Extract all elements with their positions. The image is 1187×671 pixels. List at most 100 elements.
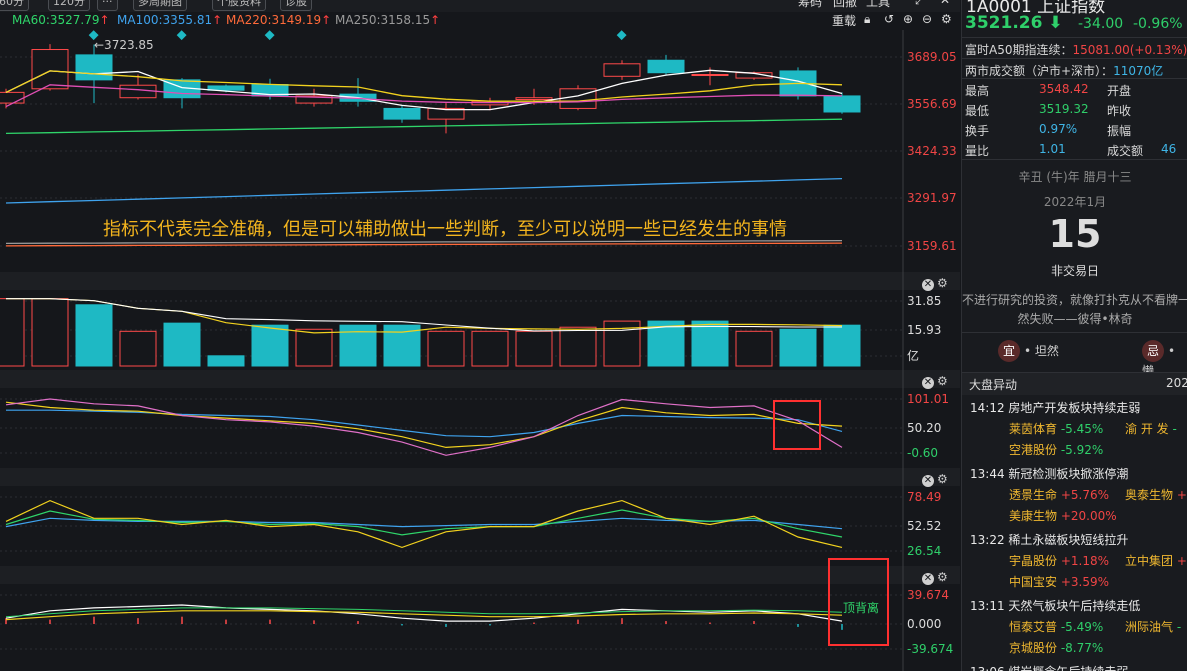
- kdj-j-line: [5, 398, 843, 456]
- news-item-title[interactable]: 13:44 新冠检测板块掀涨停潮: [970, 465, 1128, 482]
- news-header: 大盘异动: [969, 378, 1018, 392]
- volume-bar: [691, 320, 729, 367]
- news-stock[interactable]: 莱茵体育 -5.45%: [1009, 420, 1103, 437]
- settings-icon[interactable]: ⚙: [937, 570, 948, 584]
- candle-body: [0, 91, 25, 104]
- ma100-line: [5, 177, 843, 204]
- calendar-month: 2022年1月: [1043, 195, 1107, 209]
- candle-body: [75, 54, 113, 81]
- volume-bar: [251, 324, 289, 367]
- volume-bar: [163, 322, 201, 367]
- rsi-line-1: [5, 499, 843, 549]
- down-arrow-icon: ⬇: [1042, 13, 1063, 33]
- news-stock[interactable]: 京城股份 -8.77%: [1009, 639, 1103, 656]
- news-stock[interactable]: 洲际油气 -: [1125, 618, 1181, 635]
- close-icon[interactable]: ✕: [922, 279, 934, 291]
- right-panel: 1A0001 上证指数 3521.26 ⬇ -34.00 -0.96% 富时A5…: [961, 0, 1187, 671]
- news-item-title[interactable]: 13:22 稀土永磁板块短线拉升: [970, 531, 1128, 548]
- volume-bar: [823, 324, 861, 367]
- stat-label: 最低: [965, 104, 990, 118]
- candle-body: [691, 74, 729, 77]
- pane-separator: [0, 370, 960, 388]
- y-tick-label: -39.674: [907, 642, 953, 656]
- close-icon[interactable]: ✕: [922, 475, 934, 487]
- news-stock[interactable]: 空港股份 -5.92%: [1009, 441, 1103, 458]
- kdj-k-line: [5, 401, 843, 449]
- y-tick-label: 3424.33: [907, 144, 957, 158]
- stat-label: 量比: [965, 144, 990, 158]
- news-stock[interactable]: 美康生物 +20.00%: [1009, 507, 1117, 524]
- news-item-title[interactable]: 13:06 煤炭概念午后持续走弱: [970, 663, 1128, 671]
- volume-bar: [0, 298, 25, 367]
- index-price: 3521.26 ⬇: [965, 13, 1063, 33]
- settings-icon[interactable]: ⚙: [937, 472, 948, 486]
- futures-row: 富时A50期指连续：15081.00(+0.13%): [965, 43, 1187, 57]
- stat-label: 成交额: [1107, 144, 1144, 158]
- stat-label: 振幅: [1107, 124, 1132, 138]
- volume-bar: [207, 355, 245, 367]
- stat-label: 昨收: [1107, 104, 1132, 118]
- quote-line-2: 然失败——彼得•林奇: [1017, 312, 1133, 326]
- volume-bar: [31, 298, 69, 367]
- volume-bar: [779, 328, 817, 367]
- highlight-box: [773, 400, 821, 450]
- stat-value: 1.01: [1039, 142, 1066, 156]
- candle-body: [31, 49, 69, 90]
- chart-svg: ←3723.85 顶背离 3689.05 3556.69 3424.33 3291.9…: [0, 30, 960, 671]
- volume-bar: [427, 330, 465, 367]
- ji-tag: 忌 • 懒: [1142, 340, 1187, 378]
- stat-value: 3548.42: [1039, 82, 1089, 96]
- chart-area[interactable]: 60分 120分 ··· 多周期图 个股资料 诊股 筹码 回撤 工具 ⤢ ✕ M…: [0, 0, 960, 671]
- stat-value: 0.97%: [1039, 122, 1078, 136]
- calendar-widget: 辛丑 (牛)年 腊月十三 2022年1月 15 非交易日 不进行研究的投资，就像…: [962, 162, 1187, 327]
- volume-ma10-line: [6, 298, 842, 332]
- day-status: 非交易日: [1050, 264, 1099, 278]
- candle-body: [383, 107, 421, 120]
- settings-icon[interactable]: ⚙: [937, 276, 948, 290]
- candle-body: [119, 84, 157, 99]
- news-stock[interactable]: 立中集团 +1: [1125, 552, 1187, 569]
- y-tick-label: 31.85: [907, 294, 941, 308]
- y-tick-label: 101.01: [907, 392, 949, 406]
- volume-bar: [75, 304, 113, 367]
- news-item-title[interactable]: 14:12 房地产开发板块持续走弱: [970, 399, 1140, 416]
- signal-diamond: [264, 30, 275, 41]
- macd-pane-controls[interactable]: ✕ ⚙: [922, 570, 952, 585]
- news-stock[interactable]: 恒泰艾普 -5.49%: [1009, 618, 1103, 635]
- calendar-day: 15: [1048, 212, 1102, 256]
- stat-value: 3519.32: [1039, 102, 1089, 116]
- news-stock[interactable]: 宇晶股份 +1.18%: [1009, 552, 1109, 569]
- quote-line-1: 不进行研究的投资，就像打扑克从不看牌一: [962, 293, 1187, 307]
- candle-body: [515, 97, 553, 100]
- volume-pane-controls[interactable]: ✕ ⚙: [922, 276, 952, 291]
- annotation-text: 指标不代表完全准确，但是可以辅助做出一些判断，至少可以说明一些已经发生的事情: [103, 219, 787, 240]
- news-header-bar: 大盘异动 2022: [962, 373, 1187, 395]
- close-icon[interactable]: ✕: [922, 573, 934, 585]
- index-change: -34.00: [1078, 16, 1124, 32]
- pane-separator: [0, 272, 960, 290]
- settings-icon[interactable]: ⚙: [937, 374, 948, 388]
- y-tick-label: -0.60: [907, 446, 938, 460]
- rsi-pane-controls[interactable]: ✕ ⚙: [922, 472, 952, 487]
- news-item-title[interactable]: 13:11 天然气板块午后持续走低: [970, 597, 1140, 614]
- kdj-d-line: [6, 409, 843, 438]
- news-stock[interactable]: 中国宝安 +3.59%: [1009, 573, 1109, 590]
- y-tick-label: 39.674: [907, 588, 949, 602]
- y-tick-label: 亿: [907, 348, 919, 363]
- news-stock[interactable]: 透景生命 +5.76%: [1009, 486, 1109, 503]
- volume-bar: [471, 330, 509, 367]
- stat-label: 开盘: [1107, 84, 1132, 98]
- stat-value: 46: [1161, 142, 1177, 156]
- news-year: 2022: [1166, 376, 1187, 390]
- y-tick-label: 78.49: [907, 490, 941, 504]
- kdj-pane-controls[interactable]: ✕ ⚙: [922, 374, 952, 389]
- y-tick-label: 3556.69: [907, 97, 957, 111]
- news-stock[interactable]: 渝 开 发 -: [1125, 420, 1177, 437]
- high-marker-label: ←3723.85: [94, 38, 154, 52]
- close-icon[interactable]: ✕: [922, 377, 934, 389]
- y-tick-label: 3159.61: [907, 239, 957, 253]
- stat-label: 最高: [965, 84, 990, 98]
- y-tick-label: 26.54: [907, 544, 941, 558]
- news-stock[interactable]: 奥泰生物 +2: [1125, 486, 1187, 503]
- stat-label: 换手: [965, 124, 990, 138]
